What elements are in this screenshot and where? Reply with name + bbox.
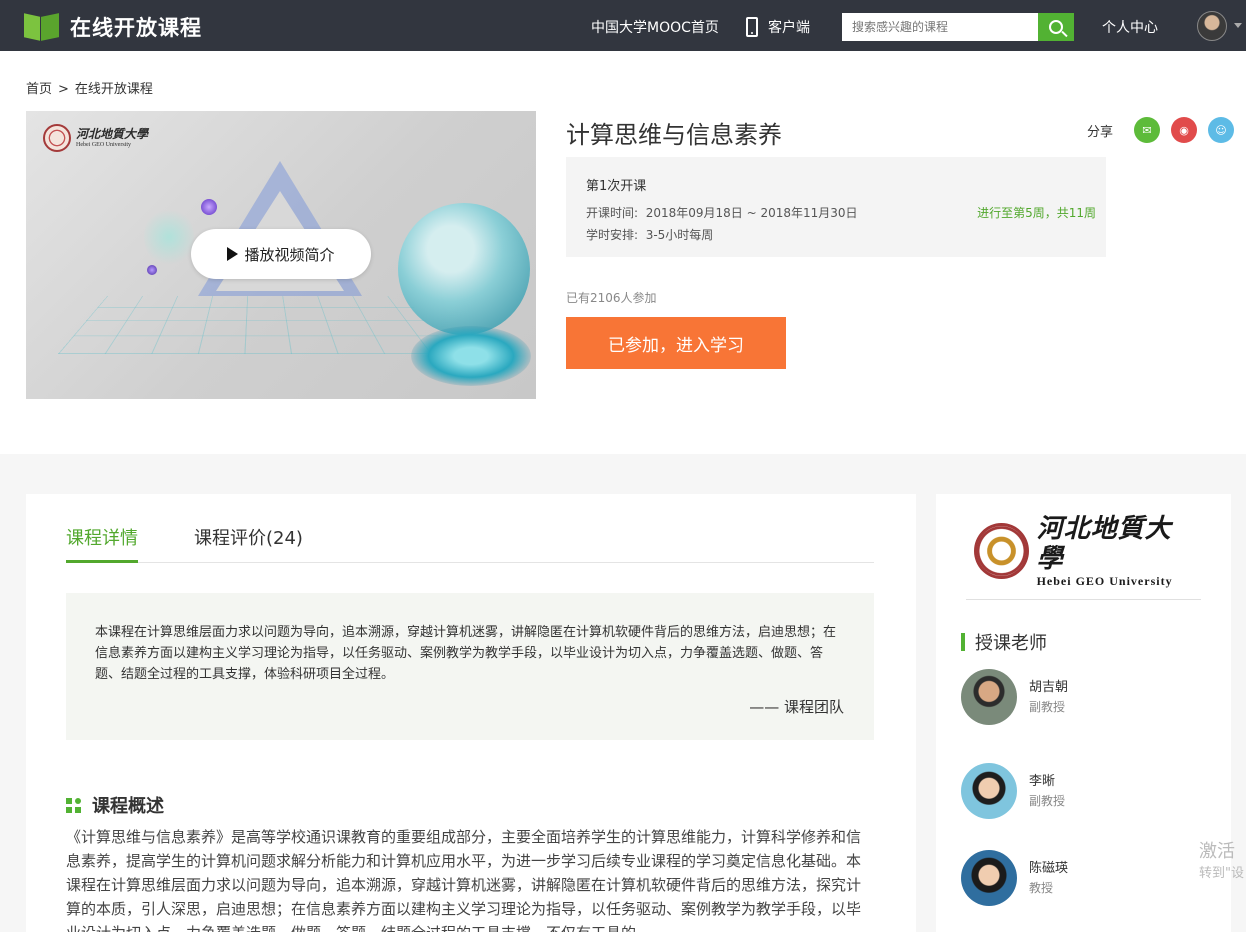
- university-seal-icon: [974, 523, 1029, 579]
- watermark-line-1: 激活: [1199, 841, 1235, 862]
- intro-video[interactable]: 河北地質大學 Hebei GEO University 播放视频简介: [26, 111, 536, 399]
- teacher-avatar[interactable]: [961, 850, 1017, 906]
- breadcrumb-home[interactable]: 首页: [26, 82, 52, 97]
- course-dates: 开课时间: 2018年09月18日 ~ 2018年11月30日: [586, 204, 858, 221]
- video-university-logo: 河北地質大學 Hebei GEO University: [43, 124, 148, 152]
- video-globe-decoration: [398, 203, 530, 335]
- video-logo-en: Hebei GEO University: [76, 141, 131, 148]
- video-logo-text: 河北地質大學 Hebei GEO University: [76, 126, 149, 149]
- teacher-avatar[interactable]: [961, 669, 1017, 725]
- top-nav: 在线开放课程 中国大学MOOC首页 客户端 个人中心: [0, 0, 1246, 51]
- dates-label: 开课时间:: [586, 206, 639, 220]
- course-detail-panel: 课程详情 课程评价(24) 本课程在计算思维层面力求以问题为导向，追本溯源，穿越…: [26, 494, 916, 932]
- mooc-home-link[interactable]: 中国大学MOOC首页: [591, 17, 719, 37]
- phone-icon: [746, 17, 758, 37]
- sidebar-divider: [966, 599, 1201, 600]
- quote-signature: —— 课程团队: [749, 698, 844, 716]
- weibo-icon[interactable]: ◉: [1171, 117, 1198, 143]
- hours-value: 3-5小时每周: [645, 228, 714, 242]
- teacher-avatar[interactable]: [961, 763, 1017, 819]
- client-app-link[interactable]: 客户端: [746, 17, 810, 37]
- sidebar: 河北地質大學 Hebei GEO University 授课老师 胡吉朝 副教授…: [936, 494, 1231, 932]
- teacher-item[interactable]: 陈磁瑛 教授: [961, 850, 1068, 906]
- team-quote: 本课程在计算思维层面力求以问题为导向，追本溯源，穿越计算机迷雾，讲解隐匿在计算机…: [66, 593, 874, 740]
- dates-value: 2018年09月18日 ~ 2018年11月30日: [645, 206, 858, 220]
- play-video-button[interactable]: 播放视频简介: [191, 229, 371, 279]
- enter-course-button[interactable]: 已参加，进入学习: [566, 317, 786, 369]
- activation-watermark: 激活 转到"设: [1199, 840, 1244, 884]
- teacher-info: 李晰 副教授: [1029, 772, 1065, 810]
- teacher-item[interactable]: 胡吉朝 副教授: [961, 669, 1068, 725]
- client-app-label: 客户端: [768, 20, 810, 36]
- site-logo[interactable]: 在线开放课程: [24, 12, 202, 42]
- course-hours: 学时安排: 3-5小时每周: [586, 226, 713, 243]
- course-header: 首页 > 在线开放课程 河北地質大學 Hebei GEO University 播放…: [0, 51, 1246, 454]
- search-input[interactable]: [842, 13, 1038, 41]
- university-seal-icon: [43, 124, 71, 152]
- video-sphere-decoration: [201, 199, 217, 215]
- book-logo-icon: [24, 13, 60, 41]
- search-bar: [842, 13, 1074, 41]
- teacher-name[interactable]: 胡吉朝: [1029, 678, 1068, 698]
- qq-icon[interactable]: ☺: [1208, 117, 1235, 143]
- user-center-link[interactable]: 个人中心: [1102, 17, 1158, 37]
- share-label: 分享: [1087, 124, 1114, 140]
- breadcrumb: 首页 > 在线开放课程: [26, 78, 153, 97]
- teacher-role: 教授: [1029, 881, 1054, 895]
- teacher-info: 陈磁瑛 教授: [1029, 859, 1068, 897]
- course-title: 计算思维与信息素养: [566, 121, 782, 149]
- overview-title: 课程概述: [92, 796, 164, 817]
- video-sphere-small: [147, 265, 157, 275]
- video-glow-decoration: [144, 207, 194, 267]
- course-term: 第1次开课: [586, 179, 647, 194]
- course-info-box: 第1次开课 开课时间: 2018年09月18日 ~ 2018年11月30日 学时…: [566, 157, 1106, 257]
- play-video-label: 播放视频简介: [244, 245, 335, 264]
- video-logo-cn: 河北地質大學: [76, 126, 149, 141]
- play-icon: [227, 247, 239, 261]
- teacher-info: 胡吉朝 副教授: [1029, 678, 1068, 716]
- university-name-en: Hebei GEO University: [1036, 573, 1173, 588]
- share-bar: 分享 ✉ ◉ ☺: [1087, 117, 1235, 143]
- teacher-name[interactable]: 陈磁瑛: [1029, 859, 1068, 879]
- chevron-down-icon[interactable]: [1234, 23, 1242, 28]
- breadcrumb-separator: >: [58, 82, 69, 97]
- overview-text: 《计算思维与信息素养》是高等学校通识课教育的重要组成部分，主要全面培养学生的计算…: [66, 828, 862, 932]
- watermark-line-2: 转到"设: [1199, 866, 1244, 881]
- university-logo[interactable]: 河北地質大學 Hebei GEO University: [974, 514, 1194, 589]
- search-button[interactable]: [1038, 13, 1074, 41]
- teacher-item[interactable]: 李晰 副教授: [961, 763, 1065, 819]
- tab-course-reviews[interactable]: 课程评价(24): [194, 524, 303, 563]
- hours-label: 学时安排:: [586, 228, 639, 242]
- enrolled-count: 已有2106人参加: [566, 291, 657, 305]
- video-grid-decoration: [57, 296, 455, 354]
- university-name-cn: 河北地質大學: [1036, 513, 1172, 574]
- teacher-role: 副教授: [1029, 794, 1066, 808]
- detail-tabs: 课程详情 课程评价(24): [66, 524, 874, 563]
- logo-text: 在线开放课程: [70, 16, 202, 40]
- user-avatar[interactable]: [1197, 11, 1227, 41]
- teacher-role: 副教授: [1029, 700, 1066, 714]
- grid-icon: [66, 797, 81, 813]
- overview-heading: 课程概述: [66, 792, 164, 818]
- course-progress: 进行至第5周，共11周: [977, 206, 1096, 220]
- heading-bar: [961, 633, 965, 651]
- teachers-title: 授课老师: [975, 633, 1047, 654]
- wechat-icon[interactable]: ✉: [1134, 117, 1161, 143]
- video-ring-decoration: [411, 326, 531, 386]
- teachers-heading: 授课老师: [961, 629, 1047, 655]
- breadcrumb-current[interactable]: 在线开放课程: [75, 82, 153, 97]
- quote-text: 本课程在计算思维层面力求以问题为导向，追本溯源，穿越计算机迷雾，讲解隐匿在计算机…: [95, 625, 837, 682]
- tab-course-details[interactable]: 课程详情: [66, 524, 138, 563]
- teacher-name[interactable]: 李晰: [1029, 772, 1065, 792]
- search-icon: [1049, 20, 1063, 34]
- university-logo-text: 河北地質大學 Hebei GEO University: [1037, 514, 1194, 589]
